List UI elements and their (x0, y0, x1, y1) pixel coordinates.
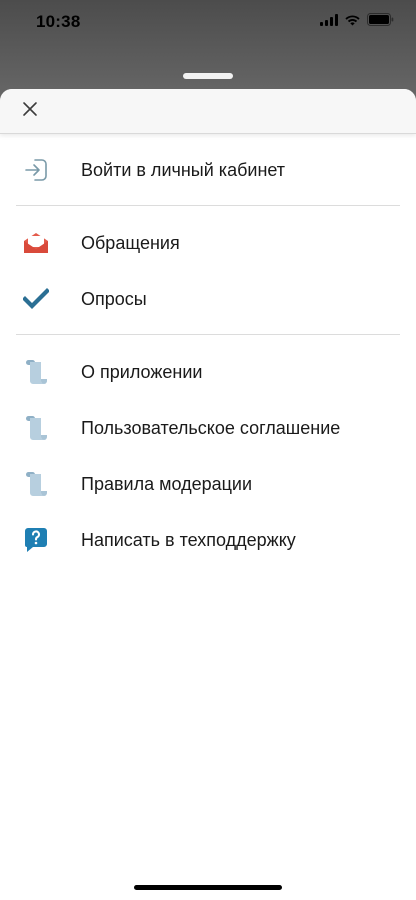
menu-item-appeals[interactable]: Обращения (0, 215, 416, 271)
menu-item-moderation-rules[interactable]: Правила модерации (0, 456, 416, 512)
menu-item-label: Правила модерации (81, 473, 253, 494)
close-button[interactable] (18, 99, 42, 123)
menu-item-support[interactable]: Написать в техподдержку (0, 512, 416, 568)
menu-item-user-agreement[interactable]: Пользовательское соглашение (0, 400, 416, 456)
menu-item-label: Обращения (81, 232, 180, 253)
sheet-header (0, 89, 416, 134)
menu-item-label: Пользовательское соглашение (81, 417, 341, 438)
menu-item-polls[interactable]: Опросы (0, 271, 416, 327)
menu-item-login[interactable]: Войти в личный кабинет (0, 142, 416, 198)
scroll-icon (22, 358, 50, 386)
support-chat-icon (22, 526, 50, 554)
menu-sheet: Войти в личный кабинет Обращения Опросы (0, 89, 416, 900)
login-icon (22, 156, 50, 184)
scroll-icon (22, 470, 50, 498)
signal-icon (320, 13, 338, 31)
sheet-grabber[interactable] (183, 73, 233, 79)
menu-item-label: Написать в техподдержку (81, 529, 296, 550)
checkmark-icon (22, 285, 50, 313)
menu-item-label: Войти в личный кабинет (81, 159, 286, 180)
home-indicator[interactable] (134, 885, 282, 890)
section-divider (16, 205, 400, 206)
status-bar: 10:38 (0, 0, 416, 44)
status-icons (320, 13, 394, 31)
close-icon (22, 101, 38, 122)
battery-icon (367, 13, 394, 31)
envelope-icon (22, 229, 50, 257)
wifi-icon (344, 13, 361, 31)
scroll-icon (22, 414, 50, 442)
section-divider (16, 334, 400, 335)
menu-item-label: О приложении (81, 361, 203, 382)
status-time: 10:38 (36, 12, 81, 31)
menu-item-label: Опросы (81, 288, 147, 309)
menu-item-about[interactable]: О приложении (0, 344, 416, 400)
